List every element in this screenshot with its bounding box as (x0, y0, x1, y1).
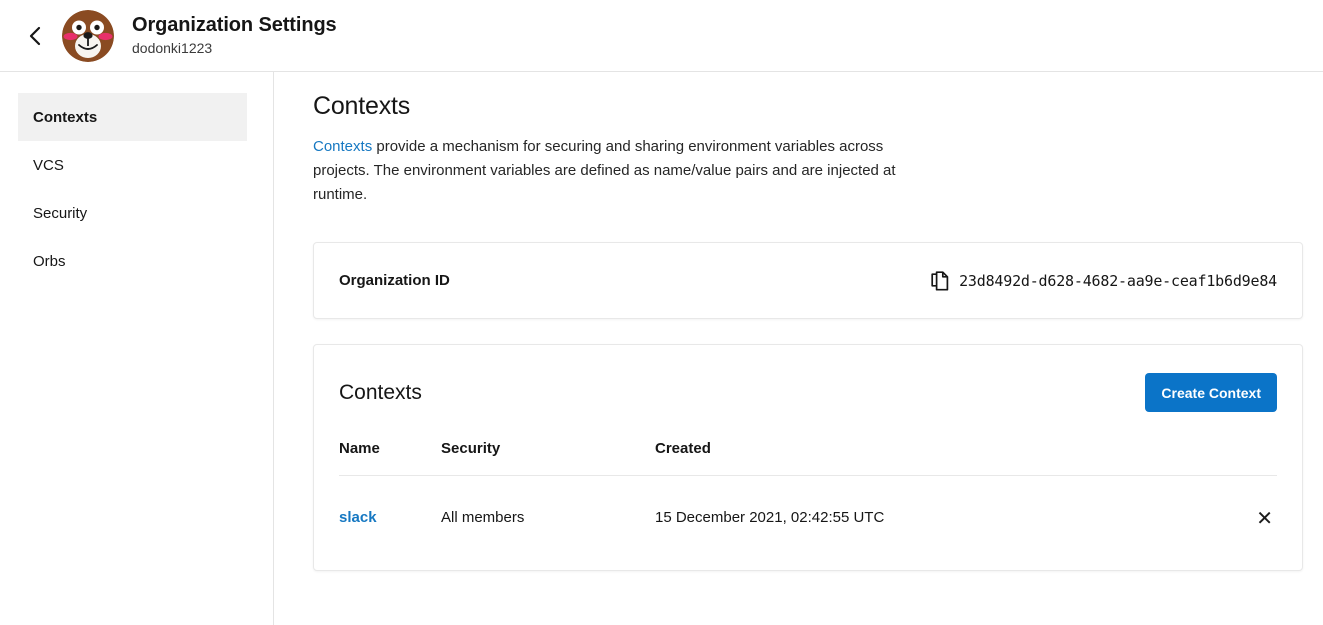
contexts-card-title: Contexts (339, 381, 422, 405)
sidebar-item-label: VCS (33, 157, 64, 174)
intro-paragraph: Contexts provide a mechanism for securin… (313, 135, 938, 207)
column-header-name: Name (339, 440, 441, 476)
intro-body-text: provide a mechanism for securing and sha… (313, 138, 896, 203)
cell-created: 15 December 2021, 02:42:55 UTC (655, 476, 1207, 530)
contexts-card: Contexts Create Context Name Security Cr… (313, 344, 1303, 571)
context-name-link[interactable]: slack (339, 509, 377, 526)
organization-id-card: Organization ID 23d8492d-d628-4682-aa9e-… (313, 242, 1303, 319)
org-name-subtitle: dodonki1223 (132, 40, 337, 57)
sidebar-item-label: Orbs (33, 253, 66, 270)
sidebar-item-label: Security (33, 205, 87, 222)
header-text-block: Organization Settings dodonki1223 (132, 14, 337, 56)
column-header-created: Created (655, 440, 1207, 476)
contexts-table: Name Security Created slack All members … (339, 440, 1277, 529)
chevron-left-icon (27, 24, 43, 48)
copy-icon[interactable] (931, 271, 949, 291)
page-title-org: Organization Settings (132, 14, 337, 38)
cell-security: All members (441, 476, 655, 530)
create-context-button[interactable]: Create Context (1145, 373, 1277, 412)
contexts-table-body: slack All members 15 December 2021, 02:4… (339, 476, 1277, 530)
main-content: Contexts Contexts provide a mechanism fo… (274, 72, 1323, 625)
cell-actions: ✕ (1207, 476, 1277, 530)
column-header-actions (1207, 440, 1277, 476)
organization-id-value: 23d8492d-d628-4682-aa9e-ceaf1b6d9e84 (959, 272, 1277, 290)
sidebar-item-security[interactable]: Security (18, 189, 247, 237)
cell-name: slack (339, 476, 441, 530)
avatar (62, 10, 114, 62)
sidebar-item-contexts[interactable]: Contexts (18, 93, 247, 141)
delete-context-icon[interactable]: ✕ (1252, 509, 1277, 529)
sidebar: Contexts VCS Security Orbs (0, 72, 274, 625)
column-header-security: Security (441, 440, 655, 476)
contexts-card-header: Contexts Create Context (339, 345, 1277, 440)
sidebar-item-vcs[interactable]: VCS (18, 141, 247, 189)
sidebar-item-orbs[interactable]: Orbs (18, 237, 247, 285)
organization-id-value-group: 23d8492d-d628-4682-aa9e-ceaf1b6d9e84 (931, 271, 1277, 291)
table-header-row: Name Security Created (339, 440, 1277, 476)
back-button[interactable] (20, 21, 50, 51)
contexts-table-head: Name Security Created (339, 440, 1277, 476)
page-body: Contexts VCS Security Orbs Contexts Cont… (0, 72, 1323, 625)
app-header: Organization Settings dodonki1223 (0, 0, 1323, 72)
sidebar-item-label: Contexts (33, 109, 97, 126)
content-title: Contexts (313, 92, 1303, 121)
organization-id-label: Organization ID (339, 272, 450, 289)
table-row: slack All members 15 December 2021, 02:4… (339, 476, 1277, 530)
contexts-doc-link[interactable]: Contexts (313, 138, 372, 155)
